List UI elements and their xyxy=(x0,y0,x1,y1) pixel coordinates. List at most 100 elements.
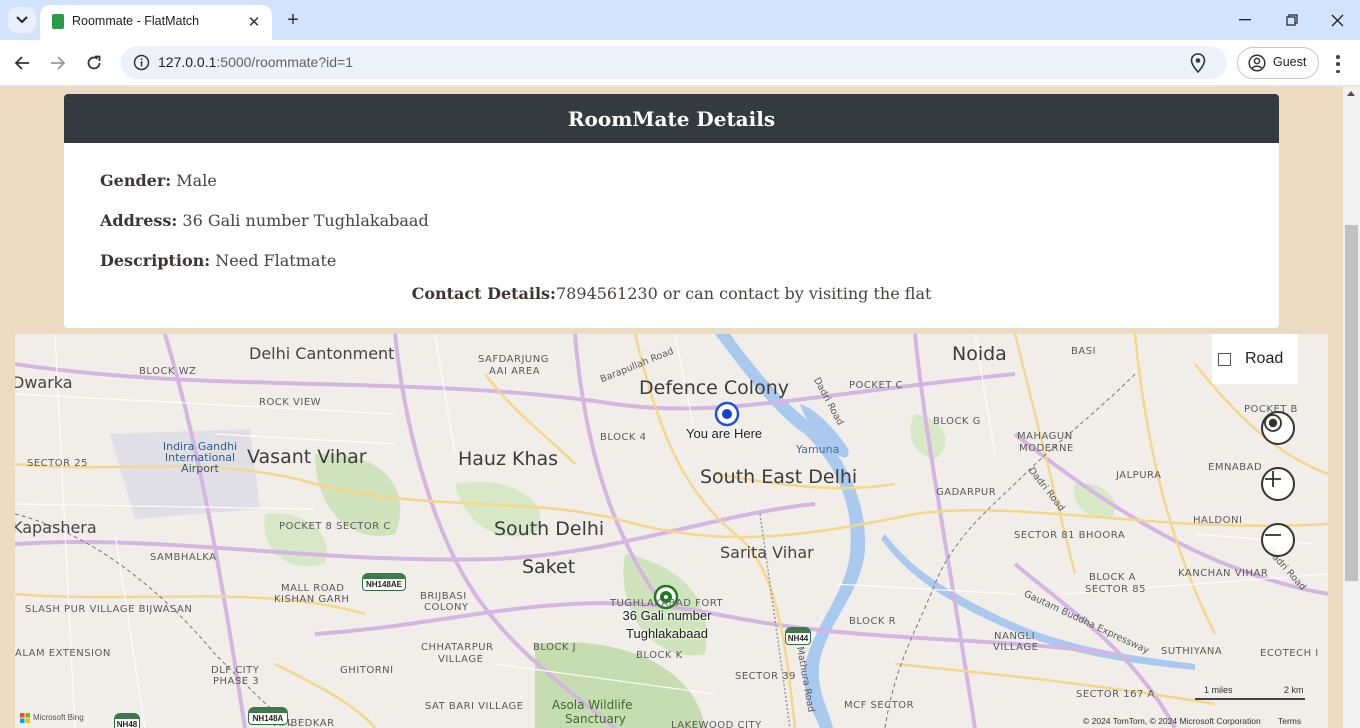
label-haldoni: HALDONI xyxy=(1193,515,1243,526)
label-block-a: BLOCK A xyxy=(1089,572,1137,583)
label-sector-167: SECTOR 167 A xyxy=(1076,689,1155,700)
label-gadarpur: GADARPUR xyxy=(936,487,997,498)
label-basi: BASI xyxy=(1071,346,1096,357)
label-dwarka: Dwarka xyxy=(15,373,73,392)
label-mall-road: MALL ROAD xyxy=(281,583,345,594)
profile-button[interactable]: Guest xyxy=(1237,47,1319,79)
description-row: Description: Need Flatmate xyxy=(100,251,336,270)
label-sambhalka: SAMBHALKA xyxy=(150,552,217,563)
label-block-r: BLOCK R xyxy=(849,616,897,627)
label-yamuna: Yamuna xyxy=(796,443,840,456)
flat-pin-label-line2: Tughlakabaad xyxy=(626,626,708,641)
zoom-in-button[interactable] xyxy=(1261,467,1295,501)
label-emnabad: EMNABAD xyxy=(1208,462,1263,473)
label-slash-pur: SLASH PUR VILLAGE BIJWASAN xyxy=(25,604,193,615)
map-attribution: © 2024 TomTom, © 2024 Microsoft Corporat… xyxy=(1083,716,1261,726)
label-delhi-cantonment: Delhi Cantonment xyxy=(249,344,395,363)
label-suthiyana: SUTHIYANA xyxy=(1161,646,1223,657)
label-noida: Noida xyxy=(952,343,1007,365)
label-colony: COLONY xyxy=(424,602,469,613)
profile-label: Guest xyxy=(1273,55,1307,69)
location-map[interactable]: Defence Colony Vasant Vihar Hauz Khas So… xyxy=(15,334,1328,728)
label-phase-3: PHASE 3 xyxy=(213,676,260,687)
label-dlf-city: DLF CITY xyxy=(211,665,260,676)
locate-me-button[interactable] xyxy=(1261,411,1295,445)
location-icon[interactable] xyxy=(1189,53,1207,73)
address-bar[interactable]: 127.0.0.1:5000/roommate?id=1 xyxy=(121,46,1227,79)
label-block-g: BLOCK G xyxy=(933,416,981,427)
shield-nh148a: NH148A xyxy=(248,707,288,725)
label-pocket-8: POCKET 8 SECTOR C xyxy=(279,521,391,532)
roommate-details-card: RoomMate Details Gender: Male Address: 3… xyxy=(64,94,1279,328)
site-info-icon[interactable] xyxy=(133,54,150,71)
label-brijbasi: BRIJBASI xyxy=(420,591,467,602)
reload-icon[interactable] xyxy=(80,49,108,77)
shield-nh148ae: NH148AE xyxy=(362,573,406,591)
map-style-label: Road xyxy=(1245,350,1284,367)
zoom-out-button[interactable] xyxy=(1261,523,1295,557)
description-value: Need Flatmate xyxy=(215,251,337,270)
scale-bar-miles xyxy=(1195,698,1247,700)
close-icon[interactable] xyxy=(1322,8,1352,32)
gender-label: Gender: xyxy=(100,171,172,190)
label-mahagun: MAHAGUN xyxy=(1017,431,1073,442)
gender-value: Male xyxy=(176,171,217,190)
address-label: Address: xyxy=(100,211,178,230)
gender-row: Gender: Male xyxy=(100,171,217,190)
label-defence-colony: Defence Colony xyxy=(639,377,789,399)
label-block-j: BLOCK J xyxy=(533,642,577,653)
user-location-pin[interactable] xyxy=(714,401,740,427)
road-style-icon xyxy=(1218,352,1231,366)
label-kishan-garh: KISHAN GARH xyxy=(274,594,350,605)
zoom-out-icon xyxy=(1265,534,1281,536)
profile-icon xyxy=(1248,54,1266,72)
label-pocket-c: POCKET C xyxy=(849,380,904,391)
label-south-east-delhi: South East Delhi xyxy=(700,466,858,488)
label-block-4: BLOCK 4 xyxy=(600,432,647,443)
bing-brand: Microsoft Bing xyxy=(33,713,84,722)
page-scrollbar[interactable] xyxy=(1343,87,1360,728)
scroll-thumb[interactable] xyxy=(1345,225,1358,581)
map-style-selector[interactable]: Road xyxy=(1212,334,1298,384)
address-row: Address: 36 Gali number Tughlakabaad xyxy=(100,211,429,230)
tab-title: Roommate - FlatMatch xyxy=(72,14,200,28)
map-terms-link[interactable]: Terms xyxy=(1278,716,1301,726)
label-lakewood: LAKEWOOD CITY xyxy=(671,720,762,728)
microsoft-logo-icon xyxy=(20,713,30,723)
label-sector-81: SECTOR 81 BHOORA xyxy=(1014,530,1126,541)
forward-icon[interactable] xyxy=(44,49,72,77)
tab-strip: Roommate - FlatMatch ✕ + xyxy=(0,0,1360,40)
label-south-delhi: South Delhi xyxy=(494,518,605,540)
flat-pin-label-line1: 36 Gali number xyxy=(622,608,712,623)
label-vasant-vihar: Vasant Vihar xyxy=(247,446,367,468)
label-moderne: MODERNE xyxy=(1019,443,1074,454)
tab-close-icon[interactable]: ✕ xyxy=(244,12,264,32)
scale-bar-km xyxy=(1243,698,1305,700)
label-alam-extension: ALAM EXTENSION xyxy=(15,648,111,659)
new-tab-button[interactable]: + xyxy=(282,9,304,31)
tab-list-icon[interactable] xyxy=(8,7,36,33)
scroll-up-icon[interactable] xyxy=(1347,91,1355,96)
card-title: RoomMate Details xyxy=(64,94,1279,143)
label-nangli: NANGLI xyxy=(994,631,1036,642)
label-sanctuary: Sanctuary xyxy=(565,712,626,726)
description-label: Description: xyxy=(100,251,211,270)
label-chhatarpur: CHHATARPUR xyxy=(421,642,494,653)
menu-icon[interactable] xyxy=(1328,53,1348,75)
page-viewport: RoomMate Details Gender: Male Address: 3… xyxy=(0,87,1343,728)
label-ecotech: ECOTECH I xyxy=(1260,648,1319,659)
label-block-k: BLOCK K xyxy=(636,650,683,661)
label-sector-25: SECTOR 25 xyxy=(27,458,88,469)
label-hauz-khas: Hauz Khas xyxy=(458,448,559,470)
minimize-icon[interactable] xyxy=(1230,8,1260,32)
label-airport: Indira Gandhi International Airport xyxy=(162,440,238,475)
back-icon[interactable] xyxy=(8,49,36,77)
label-safdarjung: SAFDARJUNG xyxy=(478,354,549,365)
browser-tab[interactable]: Roommate - FlatMatch ✕ xyxy=(40,5,272,40)
label-kapashera: Kapashera xyxy=(15,518,97,537)
zoom-in-icon xyxy=(1265,471,1281,487)
browser-toolbar: 127.0.0.1:5000/roommate?id=1 Guest xyxy=(0,40,1360,86)
maximize-icon[interactable] xyxy=(1277,8,1307,32)
user-pin-label: You are Here xyxy=(686,426,763,441)
shield-nh48: NH48 xyxy=(114,713,140,728)
